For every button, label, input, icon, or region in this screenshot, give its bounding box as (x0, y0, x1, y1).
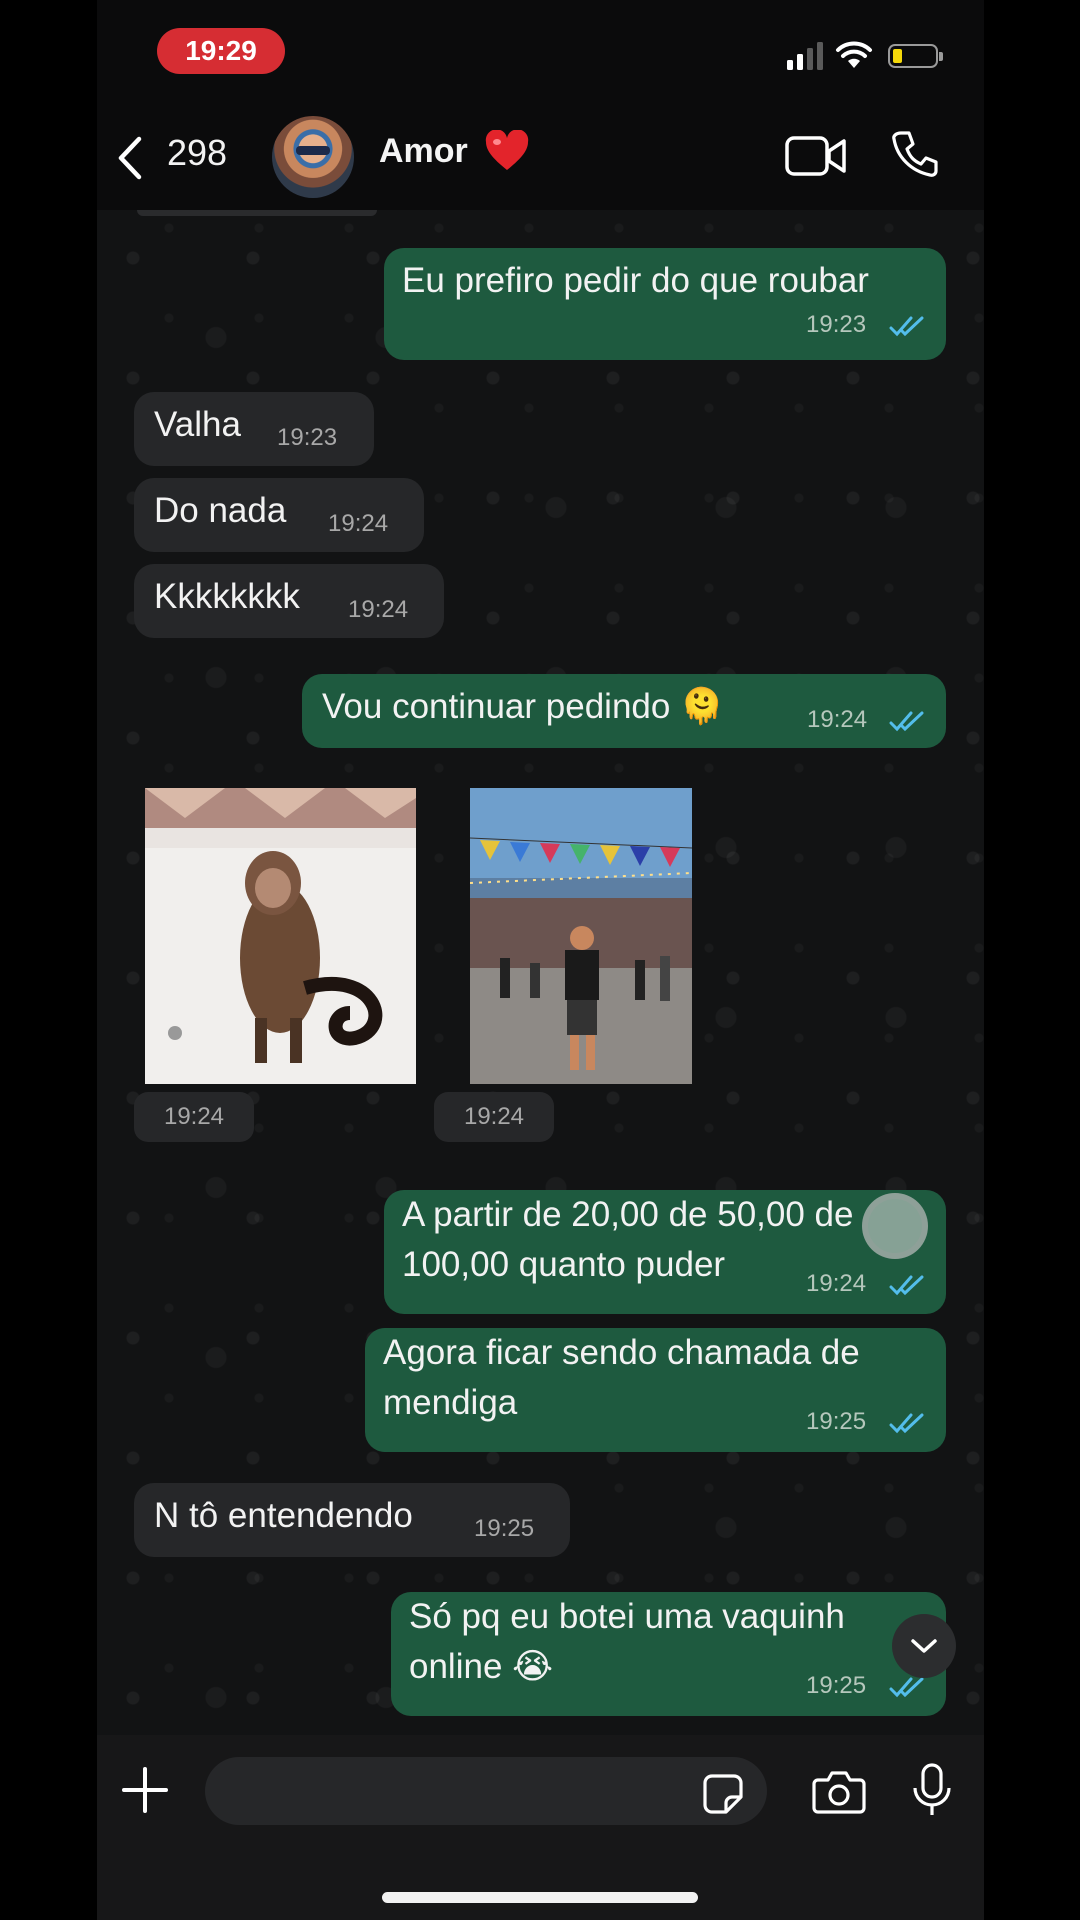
read-ticks-icon (889, 1275, 924, 1296)
message-text: Valha (154, 405, 241, 444)
message-time: 19:23 (806, 311, 867, 338)
message-text: N tô entendendo (154, 1496, 413, 1535)
message-outgoing[interactable]: Agora ficar sendo chamada de mendiga 19:… (365, 1328, 946, 1452)
camera-icon[interactable] (812, 1770, 866, 1814)
wifi-icon (836, 41, 872, 68)
image-time: 19:24 (434, 1092, 554, 1142)
image-monkey[interactable] (145, 788, 416, 1084)
message-text-line2: online 😭 (409, 1647, 554, 1686)
message-time: 19:24 (328, 510, 389, 537)
status-time: 19:29 (157, 28, 285, 74)
message-text: A partir de 20,00 de 50,00 de (402, 1195, 854, 1234)
chat-screen: 19:29 298 Amor Eu prefiro pedir do que r… (97, 0, 984, 1920)
contact-name[interactable]: Amor (379, 132, 468, 171)
message-time: 19:25 (806, 1408, 867, 1435)
message-incoming[interactable]: Do nada 19:24 (134, 478, 424, 552)
read-ticks-icon (889, 1413, 924, 1434)
message-incoming[interactable]: Valha 19:23 (134, 392, 374, 466)
chat-header: 298 Amor (97, 100, 984, 210)
message-outgoing[interactable]: Só pq eu botei uma vaquinh online 😭 19:2… (391, 1592, 946, 1716)
scroll-down-chevron-icon (911, 1639, 937, 1653)
unread-count[interactable]: 298 (167, 132, 227, 174)
signal-icon (787, 42, 823, 70)
sticker-icon[interactable] (702, 1773, 744, 1815)
microphone-icon[interactable] (912, 1763, 952, 1819)
plus-icon[interactable] (122, 1767, 168, 1813)
back-chevron-icon[interactable] (115, 135, 145, 181)
compose-bar (97, 1735, 984, 1920)
phone-call-icon[interactable] (891, 130, 939, 178)
message-text: Vou continuar pedindo 🫠 (322, 687, 724, 726)
left-margin (0, 0, 97, 1920)
message-text: Só pq eu botei uma vaquinh (409, 1597, 845, 1636)
battery-icon (888, 44, 943, 68)
message-outgoing[interactable]: Eu prefiro pedir do que roubar 19:23 (384, 248, 946, 360)
message-list[interactable]: Eu prefiro pedir do que roubar 19:23 Val… (97, 210, 984, 1735)
message-time: 19:25 (806, 1672, 867, 1699)
message-text: Agora ficar sendo chamada de (383, 1333, 860, 1372)
touch-indicator (862, 1193, 928, 1259)
image-time: 19:24 (134, 1092, 254, 1142)
read-ticks-icon (889, 316, 924, 337)
message-outgoing[interactable]: A partir de 20,00 de 50,00 de 100,00 qua… (384, 1190, 946, 1314)
message-time: 19:23 (277, 424, 338, 451)
scroll-down-button[interactable] (892, 1614, 956, 1678)
video-call-icon[interactable] (785, 136, 847, 176)
home-indicator[interactable] (382, 1892, 698, 1903)
message-text: Eu prefiro pedir do que roubar (402, 261, 869, 300)
message-text: Kkkkkkkk (154, 577, 300, 616)
message-text-line2: 100,00 quanto puder (402, 1245, 726, 1284)
message-incoming[interactable]: N tô entendendo 19:25 (134, 1483, 570, 1557)
message-time: 19:24 (806, 1270, 867, 1297)
avatar[interactable] (272, 116, 354, 198)
heart-icon (485, 130, 529, 170)
message-text: Do nada (154, 491, 287, 530)
message-time: 19:24 (807, 706, 868, 733)
previous-message-edge (137, 210, 377, 216)
message-outgoing[interactable]: Vou continuar pedindo 🫠 19:24 (302, 674, 946, 748)
message-input[interactable] (205, 1757, 767, 1825)
message-incoming[interactable]: Kkkkkkkk 19:24 (134, 564, 444, 638)
image-festival[interactable] (470, 788, 692, 1084)
read-ticks-icon (889, 711, 924, 732)
read-ticks-icon (889, 1677, 924, 1698)
message-time: 19:25 (474, 1515, 535, 1542)
message-time: 19:24 (348, 596, 409, 623)
right-margin (984, 0, 1080, 1920)
message-text-line2: mendiga (383, 1383, 518, 1422)
